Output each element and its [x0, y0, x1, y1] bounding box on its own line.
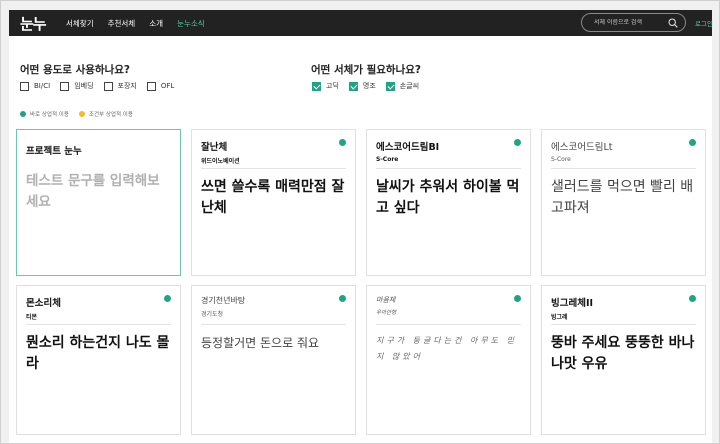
search-box [581, 13, 686, 32]
font-sample: 쓰면 쓸수록 매력만점 잘난체 [201, 179, 345, 216]
commercial-use-dot-icon [514, 139, 521, 146]
checkbox[interactable] [20, 81, 29, 91]
font-author: 위드이노베이션 [201, 158, 240, 165]
type-option-gothic[interactable]: 고딕 [312, 81, 339, 91]
nav-news[interactable]: 눈누소식 [177, 18, 205, 29]
type-option-myeongjo[interactable]: 명조 [348, 81, 376, 91]
type-option-handwriting[interactable]: 손글씨 [385, 81, 420, 91]
card-header: 잘난체 위드이노베이션 [201, 139, 346, 169]
font-author: 빙그레 [551, 314, 568, 321]
font-card[interactable]: 에스코어드림Lt S-Core 샐러드를 먹으면 빨리 배고파져 [541, 129, 706, 276]
font-name: 에스코어드림Lt [551, 142, 613, 153]
search-icon[interactable] [668, 18, 678, 28]
usage-question: 어떤 용도로 사용하나요? [20, 64, 131, 76]
card-header: 에스코어드림BI S-Core [376, 139, 521, 169]
preview-text-input[interactable]: 테스트 문구를 입력해보세요 [26, 171, 171, 213]
legend-commercial: 바로 상업적 이용 [20, 110, 69, 118]
card-header: 몬소리체 티몬 [26, 295, 171, 325]
font-name: 경기천년바탕 [201, 296, 246, 305]
font-author: 경기도청 [201, 311, 224, 318]
checkbox-label: 손글씨 [399, 82, 420, 90]
top-navbar: 눈누 서체찾기 추천서체 소개 눈누소식 로그인 [9, 10, 713, 36]
card-header: 에스코어드림Lt S-Core [551, 139, 696, 169]
font-sample: 샐러드를 먹으면 빨리 배고파져 [551, 179, 694, 216]
font-name: 프로젝트 눈누 [26, 146, 82, 157]
filter-panel: 어떤 용도로 사용하나요? BI/CI 임베딩 포장지 OFL 어떤 서체가 필… [9, 36, 712, 123]
card-header: 경기천년바탕 경기도청 [201, 295, 346, 325]
commercial-use-dot-icon [689, 295, 696, 302]
font-card[interactable]: 빙그레체II 빙그레 뚱바 주세요 뚱뚱한 바나나맛 우유 [541, 285, 706, 435]
usage-option-embedding[interactable]: 임베딩 [60, 81, 94, 91]
checkbox-label: 명조 [362, 82, 376, 90]
type-question: 어떤 서체가 필요하나요? [311, 64, 422, 76]
font-card[interactable]: 마음체 우아한형 지구가 둥글다는건 아무도 믿지 않았어 [366, 285, 531, 435]
type-options: 고딕 명조 손글씨 [312, 81, 429, 91]
checkbox-checked[interactable] [348, 81, 358, 91]
nav-recommended-fonts[interactable]: 추천서체 [108, 18, 136, 29]
checkbox[interactable] [146, 81, 156, 91]
checkbox-label: 포장지 [117, 82, 137, 90]
usage-option-packaging[interactable]: 포장지 [103, 81, 137, 91]
checkbox-checked[interactable] [385, 81, 395, 91]
card-header: 빙그레체II 빙그레 [551, 295, 696, 325]
legend-label: 바로 상업적 이용 [30, 112, 69, 118]
card-header: 프로젝트 눈누 [26, 139, 171, 169]
checkbox[interactable] [60, 81, 70, 91]
font-sample: 뭔소리 하는건지 나도 몰라 [26, 335, 170, 372]
font-name: 에스코어드림BI [376, 142, 440, 153]
checkbox-label: 임베딩 [74, 82, 94, 90]
font-name: 몬소리체 [26, 298, 61, 309]
commercial-use-dot-icon [514, 295, 521, 302]
font-sample: 뚱바 주세요 뚱뚱한 바나나맛 우유 [551, 335, 695, 372]
commercial-use-dot-icon [339, 139, 346, 146]
font-card-grid: 프로젝트 눈누 테스트 문구를 입력해보세요 잘난체 위드이노베이션 쓰면 쓸수… [9, 123, 712, 443]
font-card[interactable]: 에스코어드림BI S-Core 날씨가 추워서 하이볼 먹고 싶다 [366, 129, 531, 276]
font-name: 잘난체 [201, 142, 228, 153]
checkbox-checked[interactable] [312, 81, 321, 91]
font-author: 티몬 [26, 314, 38, 321]
font-name: 마음체 [376, 296, 396, 304]
nav-about[interactable]: 소개 [149, 18, 163, 29]
login-link[interactable]: 로그인 [695, 18, 713, 28]
commercial-use-dot-icon [689, 139, 696, 146]
font-card[interactable]: 잘난체 위드이노베이션 쓰면 쓸수록 매력만점 잘난체 [191, 129, 356, 276]
legend-label: 조건부 상업적 이용 [88, 112, 133, 118]
checkbox-label: OFL [160, 82, 175, 90]
usage-option-bici[interactable]: BI/CI [20, 81, 51, 91]
page: 눈누 서체찾기 추천서체 소개 눈누소식 로그인 어떤 용도로 사용하나요? B… [0, 0, 720, 444]
logo[interactable]: 눈누 [20, 13, 66, 34]
commercial-use-dot-icon [164, 295, 171, 302]
checkbox[interactable] [103, 81, 113, 91]
font-author: S-Core [376, 156, 399, 163]
green-dot-icon [20, 111, 26, 117]
legend-conditional: 조건부 상업적 이용 [78, 110, 133, 118]
usage-options: BI/CI 임베딩 포장지 OFL [20, 81, 184, 91]
nav-find-fonts[interactable]: 서체찾기 [66, 18, 94, 29]
usage-option-ofl[interactable]: OFL [146, 81, 175, 91]
font-sample: 지구가 둥글다는건 아무도 믿지 않았어 [376, 336, 517, 361]
font-card-preview[interactable]: 프로젝트 눈누 테스트 문구를 입력해보세요 [16, 129, 181, 276]
font-sample: 등정할거면 돈으로 줘요 [201, 336, 320, 350]
font-author: S-Core [551, 156, 571, 163]
font-author: 우아한형 [376, 310, 397, 316]
license-legend: 바로 상업적 이용 조건부 상업적 이용 [20, 110, 143, 118]
search-input[interactable] [594, 19, 664, 26]
checkbox-label: BI/CI [34, 82, 51, 90]
commercial-use-dot-icon [339, 295, 346, 302]
card-header: 마음체 우아한형 [376, 295, 521, 325]
checkbox-label: 고딕 [326, 82, 339, 90]
font-card[interactable]: 경기천년바탕 경기도청 등정할거면 돈으로 줘요 [191, 285, 356, 435]
font-name: 빙그레체II [551, 298, 594, 309]
font-card[interactable]: 몬소리체 티몬 뭔소리 하는건지 나도 몰라 [16, 285, 181, 435]
font-sample: 날씨가 추워서 하이볼 먹고 싶다 [376, 179, 520, 216]
yellow-dot-icon [78, 111, 85, 117]
main-nav: 서체찾기 추천서체 소개 눈누소식 [66, 18, 219, 29]
